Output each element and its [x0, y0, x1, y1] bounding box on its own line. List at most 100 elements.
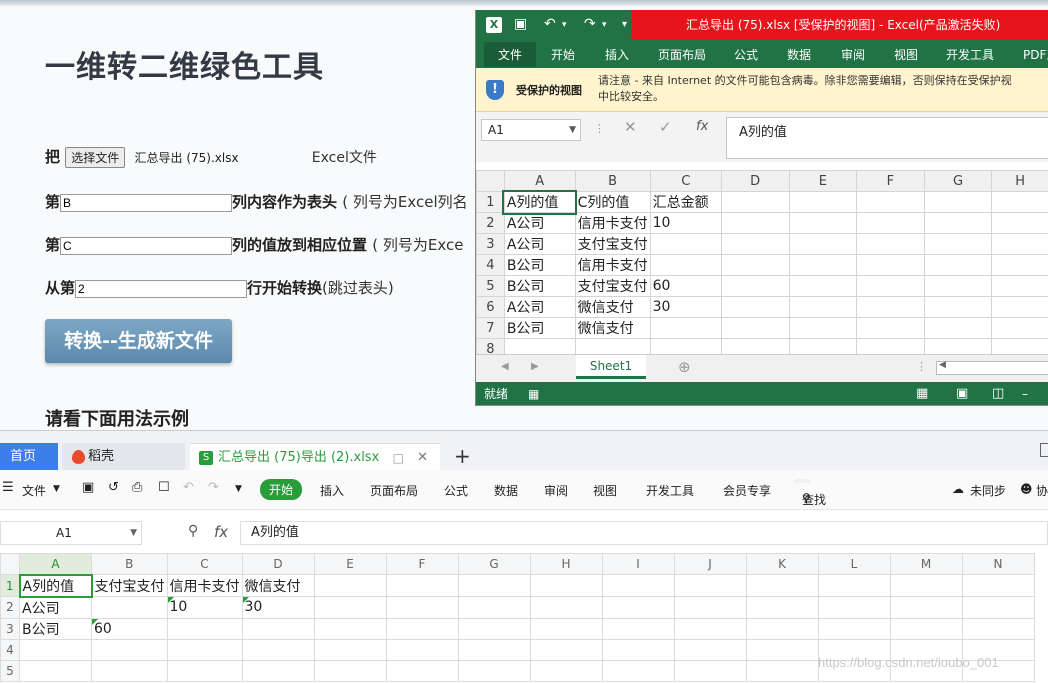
tab-view[interactable]: 视图: [894, 46, 918, 63]
tab-insert[interactable]: 插入: [605, 46, 629, 63]
column-header[interactable]: I: [601, 553, 675, 575]
cell[interactable]: [529, 574, 603, 597]
cell[interactable]: [529, 596, 603, 619]
cell[interactable]: [745, 596, 819, 619]
cell[interactable]: [856, 233, 925, 255]
cell[interactable]: [529, 659, 603, 682]
cell[interactable]: [856, 296, 925, 318]
cell[interactable]: 信用卡支付: [574, 212, 651, 234]
sheet-next-icon[interactable]: ▶: [531, 361, 539, 372]
select-all-corner[interactable]: [0, 553, 20, 575]
cell[interactable]: [241, 638, 315, 661]
insert-function-icon[interactable]: fx: [214, 523, 228, 541]
menu-start[interactable]: 开始: [260, 479, 303, 500]
column-header[interactable]: M: [889, 553, 963, 575]
tab-daoke[interactable]: 稻壳: [62, 443, 185, 471]
cell[interactable]: [720, 275, 790, 297]
zoom-out-icon[interactable]: –: [1022, 382, 1028, 405]
column-header[interactable]: D: [241, 553, 315, 575]
cell[interactable]: [649, 254, 722, 276]
menu-view[interactable]: 视图: [593, 482, 617, 499]
cell[interactable]: [788, 317, 858, 339]
cell[interactable]: A公司: [503, 296, 576, 318]
page-break-view-icon[interactable]: ◫: [992, 382, 1004, 405]
column-header[interactable]: B: [574, 170, 651, 192]
chevron-down-icon[interactable]: ▼: [569, 120, 576, 140]
tab-review[interactable]: 审阅: [841, 46, 865, 63]
normal-view-icon[interactable]: ▦: [916, 382, 928, 405]
sheet-tab-sheet1[interactable]: Sheet1: [576, 355, 646, 379]
menu-formulas[interactable]: 公式: [444, 482, 468, 499]
cell[interactable]: [817, 574, 891, 597]
cell[interactable]: 微信支付: [574, 296, 651, 318]
save-icon[interactable]: ▣: [514, 16, 527, 32]
add-tab-icon[interactable]: +: [454, 444, 471, 468]
cell[interactable]: 30: [649, 296, 722, 318]
column-header[interactable]: K: [745, 553, 819, 575]
cell[interactable]: [991, 296, 1048, 318]
cell[interactable]: [166, 617, 243, 640]
cell[interactable]: [313, 638, 387, 661]
cell[interactable]: [601, 659, 675, 682]
cell[interactable]: [673, 574, 747, 597]
search-button[interactable]: ⚲ 查找: [794, 479, 826, 507]
redo-icon[interactable]: ↷: [584, 16, 596, 32]
row-header[interactable]: 2: [476, 212, 505, 234]
row-header[interactable]: 5: [476, 275, 505, 297]
tab-xlsx-file[interactable]: S 汇总导出 (75)导出 (2).xlsx □ ✕: [190, 443, 440, 471]
tab-pdf[interactable]: PDF工: [1023, 46, 1048, 63]
cell[interactable]: [91, 638, 168, 661]
cell[interactable]: [745, 574, 819, 597]
cell[interactable]: [166, 638, 243, 661]
cell[interactable]: [601, 574, 675, 597]
excel-formula-input[interactable]: A列的值: [726, 117, 1048, 159]
page-layout-view-icon[interactable]: ▣: [956, 382, 968, 405]
cell[interactable]: [720, 191, 790, 213]
cell[interactable]: [745, 638, 819, 661]
row-header[interactable]: 4: [0, 638, 20, 661]
cell[interactable]: A公司: [503, 212, 576, 234]
redo-dropdown-icon[interactable]: ▾: [602, 20, 607, 30]
column-header[interactable]: G: [457, 553, 531, 575]
column-header[interactable]: D: [720, 170, 790, 192]
cell[interactable]: [673, 617, 747, 640]
cell[interactable]: [961, 596, 1035, 619]
cell[interactable]: [241, 617, 315, 640]
cell[interactable]: 支付宝支付: [91, 574, 168, 597]
column-header[interactable]: H: [991, 170, 1048, 192]
cell[interactable]: [817, 617, 891, 640]
cell[interactable]: A公司: [19, 596, 92, 619]
row-header[interactable]: 1: [476, 191, 505, 213]
cell[interactable]: [856, 317, 925, 339]
user-icon[interactable]: ☻: [1020, 482, 1033, 496]
menu-vip[interactable]: 会员专享: [723, 482, 771, 499]
start-row-input[interactable]: [75, 279, 248, 298]
column-header[interactable]: H: [529, 553, 603, 575]
cell[interactable]: A列的值: [18, 573, 93, 598]
column-header[interactable]: E: [313, 553, 387, 575]
column-header[interactable]: A: [19, 553, 92, 575]
select-all-corner[interactable]: [476, 170, 505, 192]
sync-status[interactable]: 未同步: [970, 482, 1006, 499]
excel-name-box[interactable]: A1 ▼: [481, 119, 581, 141]
cell[interactable]: [991, 233, 1048, 255]
cell[interactable]: 信用卡支付: [574, 254, 651, 276]
header-column-input[interactable]: [60, 193, 233, 212]
row-header[interactable]: 5: [0, 659, 20, 682]
row-header[interactable]: 4: [476, 254, 505, 276]
insert-function-icon[interactable]: fx: [696, 119, 708, 134]
cell[interactable]: C列的值: [574, 191, 651, 213]
cell[interactable]: [889, 574, 963, 597]
cell[interactable]: [923, 275, 993, 297]
cell[interactable]: 60: [91, 617, 168, 640]
tab-file[interactable]: 文件: [484, 42, 537, 67]
cell[interactable]: [817, 596, 891, 619]
cell[interactable]: [241, 659, 315, 682]
cell[interactable]: [673, 638, 747, 661]
cell[interactable]: 10: [166, 596, 243, 619]
row-header[interactable]: 7: [476, 317, 505, 339]
cell[interactable]: [720, 296, 790, 318]
cell[interactable]: [91, 659, 168, 682]
cell[interactable]: [889, 596, 963, 619]
cell[interactable]: 支付宝支付: [574, 233, 651, 255]
